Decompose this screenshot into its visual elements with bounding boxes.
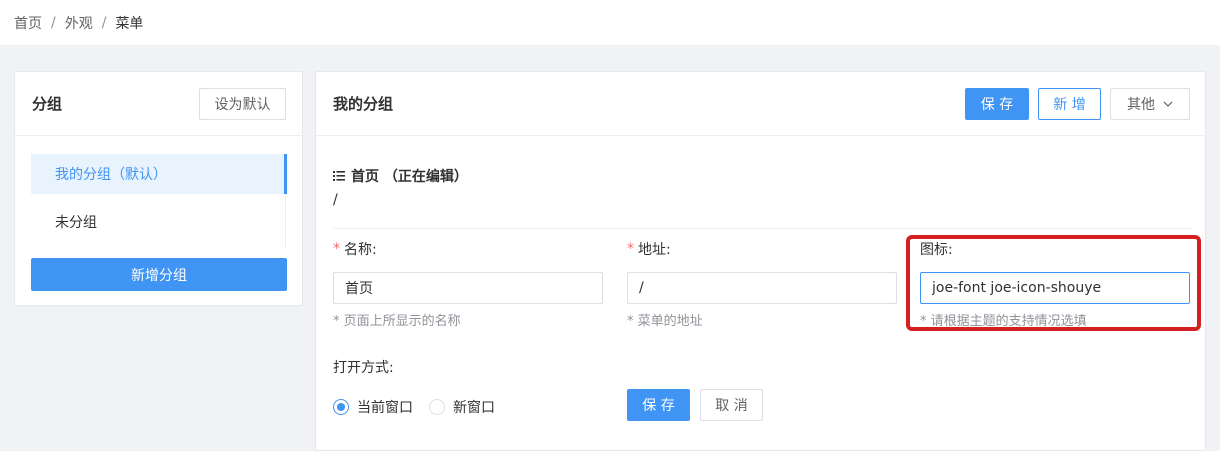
url-label-text: 地址: xyxy=(638,242,671,258)
menu-editor-header: 我的分组 保 存 新 增 其他 xyxy=(316,72,1205,136)
breadcrumb-appearance[interactable]: 外观 xyxy=(65,13,93,33)
open-mode-label: 打开方式: xyxy=(333,360,394,376)
radio-checked-icon xyxy=(333,399,349,415)
name-label: * 名称: xyxy=(333,239,605,259)
icon-field-group: 图标: * 请根据主题的支持情况选填 xyxy=(920,239,1192,329)
group-item-label: 我的分组（默认） xyxy=(55,167,167,183)
breadcrumb-menu: 菜单 xyxy=(115,15,144,32)
menu-editor-title: 我的分组 xyxy=(333,95,394,113)
url-label: * 地址: xyxy=(627,239,899,259)
radio-label: 当前窗口 xyxy=(357,400,413,416)
name-hint: * 页面上所显示的名称 xyxy=(333,314,461,329)
icon-hint: * 请根据主题的支持情况选填 xyxy=(920,314,1087,329)
set-default-button[interactable]: 设为默认 xyxy=(199,87,286,120)
radio-label: 新窗口 xyxy=(453,400,495,416)
icon-label: 图标: xyxy=(920,239,1192,259)
group-item-label: 未分组 xyxy=(55,215,97,231)
open-mode-radio-group: 当前窗口 新窗口 xyxy=(333,397,511,417)
menu-item-heading: 首页 （正在编辑） xyxy=(333,166,468,186)
url-hint: * 菜单的地址 xyxy=(627,314,703,329)
save-button[interactable]: 保 存 xyxy=(965,87,1029,120)
add-menu-button[interactable]: 新 增 xyxy=(1038,87,1101,120)
group-panel: 分组 设为默认 我的分组（默认） 未分组 新增分组 xyxy=(14,71,303,306)
other-dropdown-button[interactable]: 其他 xyxy=(1110,87,1190,120)
form-cancel-button[interactable]: 取 消 xyxy=(700,389,763,421)
group-list: 我的分组（默认） 未分组 xyxy=(15,136,302,252)
name-field-group: * 名称: * 页面上所显示的名称 xyxy=(333,239,605,329)
list-icon xyxy=(333,171,345,181)
icon-input[interactable] xyxy=(920,272,1190,304)
breadcrumb: 首页 / 外观 / 菜单 xyxy=(0,0,1220,45)
group-panel-header: 分组 设为默认 xyxy=(15,72,302,136)
chevron-down-icon xyxy=(1163,101,1173,107)
breadcrumb-home[interactable]: 首页 xyxy=(14,13,42,33)
add-group-button[interactable]: 新增分组 xyxy=(31,258,287,291)
name-label-text: 名称: xyxy=(344,242,377,258)
url-input[interactable] xyxy=(627,272,897,304)
menu-editor-panel: 我的分组 保 存 新 增 其他 首页 （正在编辑） / * 名称: 首页 * 页… xyxy=(315,71,1206,451)
required-asterisk: * xyxy=(627,241,634,257)
radio-unchecked-icon xyxy=(429,399,445,415)
icon-label-text: 图标: xyxy=(920,242,953,258)
form-save-button[interactable]: 保 存 xyxy=(627,389,690,421)
other-label: 其他 xyxy=(1127,96,1155,113)
breadcrumb-separator: / xyxy=(51,14,56,31)
radio-current-window[interactable]: 当前窗口 xyxy=(333,397,413,417)
breadcrumb-separator: / xyxy=(101,14,107,31)
menu-item-path: / xyxy=(333,192,338,208)
form-actions: 保 存 取 消 xyxy=(627,389,763,421)
menu-item-title: 首页 （正在编辑） xyxy=(351,169,468,185)
url-field-group: * 地址: * 菜单的地址 xyxy=(627,239,899,329)
group-item-ungrouped[interactable]: 未分组 xyxy=(31,202,286,242)
name-input[interactable] xyxy=(333,272,603,304)
divider xyxy=(333,228,1191,229)
radio-new-window[interactable]: 新窗口 xyxy=(429,397,495,417)
header-actions: 保 存 新 增 其他 xyxy=(965,87,1190,120)
required-asterisk: * xyxy=(333,241,340,257)
group-panel-title: 分组 xyxy=(32,95,63,113)
group-item-my-group[interactable]: 我的分组（默认） xyxy=(31,154,287,194)
